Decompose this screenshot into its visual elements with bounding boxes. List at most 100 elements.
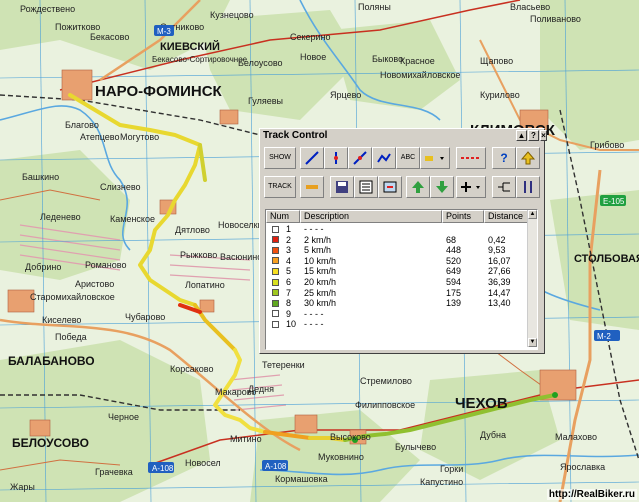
label-polyany: Поляны	[358, 2, 391, 12]
tree-button[interactable]	[492, 176, 516, 198]
header-distance[interactable]: Distance	[484, 210, 528, 223]
table-row[interactable]: 4 10 km/h 520 16,07	[266, 256, 528, 267]
label-datyakovo: Дятлово	[175, 225, 210, 235]
export-icon	[383, 181, 397, 193]
row-num: 8	[286, 298, 292, 309]
color-swatch[interactable]	[272, 225, 279, 233]
color-swatch[interactable]	[272, 320, 279, 328]
draw-track-button[interactable]	[300, 147, 324, 169]
upload-button[interactable]	[516, 147, 540, 169]
label-gribnovo: Грибово	[590, 140, 624, 150]
track-control-window[interactable]: Track Control ▲ ? × SHOW ABC ? TRACK Num…	[259, 128, 547, 354]
segment-button[interactable]	[456, 147, 486, 169]
color-swatch[interactable]	[272, 289, 279, 297]
table-row[interactable]: 5 15 km/h 649 27,66	[266, 266, 528, 277]
row-points: 520	[446, 255, 462, 266]
label-mogutovo: Могутово	[120, 132, 159, 142]
move-up-button[interactable]	[406, 176, 430, 198]
properties-button[interactable]	[354, 176, 378, 198]
label-chernoe: Черное	[108, 412, 139, 422]
row-distance: 27,66	[488, 266, 511, 277]
up-arrow-icon	[520, 151, 536, 165]
show-button[interactable]: SHOW	[264, 147, 296, 169]
color-select-button[interactable]	[420, 147, 450, 169]
color-swatch[interactable]	[272, 246, 279, 254]
row-description: - - - -	[304, 308, 324, 319]
label-zhary: Жары	[10, 482, 35, 492]
road-a108-shield: А-108	[152, 464, 174, 473]
row-num: 4	[286, 255, 292, 266]
row-description: 25 km/h	[304, 287, 337, 298]
row-description: 10 km/h	[304, 255, 337, 266]
label-staromikhailovskoe: Старомихайловское	[30, 292, 115, 302]
table-row[interactable]: 8 30 km/h 139 13,40	[266, 298, 528, 309]
color-swatch[interactable]	[272, 257, 279, 265]
label-novoe: Новое	[300, 52, 326, 62]
table-row[interactable]: 1 - - - -	[266, 224, 528, 235]
header-description[interactable]: Description	[300, 210, 442, 223]
row-distance: 0,42	[488, 234, 506, 245]
header-points[interactable]: Points	[442, 210, 484, 223]
color-dropdown-icon	[425, 156, 444, 161]
row-num: 6	[286, 277, 292, 287]
label-aristovo: Аристово	[75, 279, 114, 289]
color-swatch[interactable]	[272, 278, 279, 286]
label-malakhovo: Малахово	[555, 432, 597, 442]
row-distance: 16,07	[488, 255, 511, 266]
move-down-button[interactable]	[430, 176, 454, 198]
row-description: 30 km/h	[304, 298, 337, 309]
row-description: 5 km/h	[304, 245, 332, 256]
city-label-chekhov: ЧЕХОВ	[455, 395, 508, 412]
export-button[interactable]	[378, 176, 402, 198]
segment-icon	[461, 157, 481, 159]
color-swatch[interactable]	[272, 267, 279, 275]
label-dubna: Дубна	[480, 430, 506, 440]
pin-button[interactable]: ▲	[516, 130, 527, 141]
table-row[interactable]: 9 - - - -	[266, 309, 528, 320]
road-e105-shield: Е-105	[603, 197, 625, 206]
row-points: 139	[446, 298, 462, 309]
window-titlebar[interactable]: Track Control ▲ ? ×	[260, 129, 547, 143]
label-filippovskoe: Филипповское	[355, 400, 415, 410]
color-swatch[interactable]	[272, 236, 279, 244]
help-title-button[interactable]: ?	[528, 130, 539, 141]
table-row[interactable]: 10 - - - -	[266, 319, 528, 330]
save-button[interactable]	[330, 176, 354, 198]
color-swatch[interactable]	[272, 299, 279, 307]
header-num[interactable]: Num	[266, 210, 300, 223]
row-num: 10	[286, 319, 297, 330]
label-krasnoe: Красное	[400, 56, 435, 66]
help-button[interactable]: ?	[492, 147, 516, 169]
label-vasyunino: Васюнино	[220, 252, 262, 262]
scroll-up-icon[interactable]: ▲	[528, 210, 537, 219]
label-vlasyevo: Власьево	[510, 2, 550, 12]
track-color-button[interactable]	[300, 176, 324, 198]
track-table[interactable]: Num Description Points Distance 1 - - - -…	[265, 209, 538, 350]
arrow-up-icon	[412, 181, 424, 193]
row-num: 1	[286, 224, 292, 234]
edit-track-button[interactable]	[372, 147, 396, 169]
label-slizneva: Слизнево	[100, 182, 141, 192]
town-label-stolbovaya: СТОЛБОВАЯ	[574, 253, 639, 265]
table-row[interactable]: 3 5 km/h 448 9,53	[266, 245, 528, 256]
table-row[interactable]: 7 25 km/h 175 14,47	[266, 288, 528, 299]
sort-button[interactable]	[516, 176, 540, 198]
row-points: 175	[446, 287, 462, 298]
color-swatch[interactable]	[272, 310, 279, 318]
split-icon	[334, 152, 338, 164]
watermark-url: http://RealBiker.ru	[546, 489, 637, 500]
vertical-scrollbar[interactable]: ▲ ▼	[527, 210, 537, 347]
scroll-down-icon[interactable]: ▼	[528, 338, 537, 347]
abc-label: ABC	[400, 154, 416, 161]
row-points: 594	[446, 277, 462, 287]
track-button[interactable]: TRACK	[264, 176, 296, 198]
label-yaroslavka: Ярославка	[560, 462, 605, 472]
add-menu-button[interactable]	[456, 176, 486, 198]
label-bashkino: Башкино	[22, 172, 59, 182]
split-track-button[interactable]	[324, 147, 348, 169]
table-row[interactable]: 2 2 km/h 68 0,42	[266, 235, 528, 246]
table-row[interactable]: 6 20 km/h 594 36,39	[266, 277, 528, 288]
close-button[interactable]: ×	[540, 130, 547, 141]
label-track-button[interactable]: ABC	[396, 147, 420, 169]
join-track-button[interactable]	[348, 147, 372, 169]
